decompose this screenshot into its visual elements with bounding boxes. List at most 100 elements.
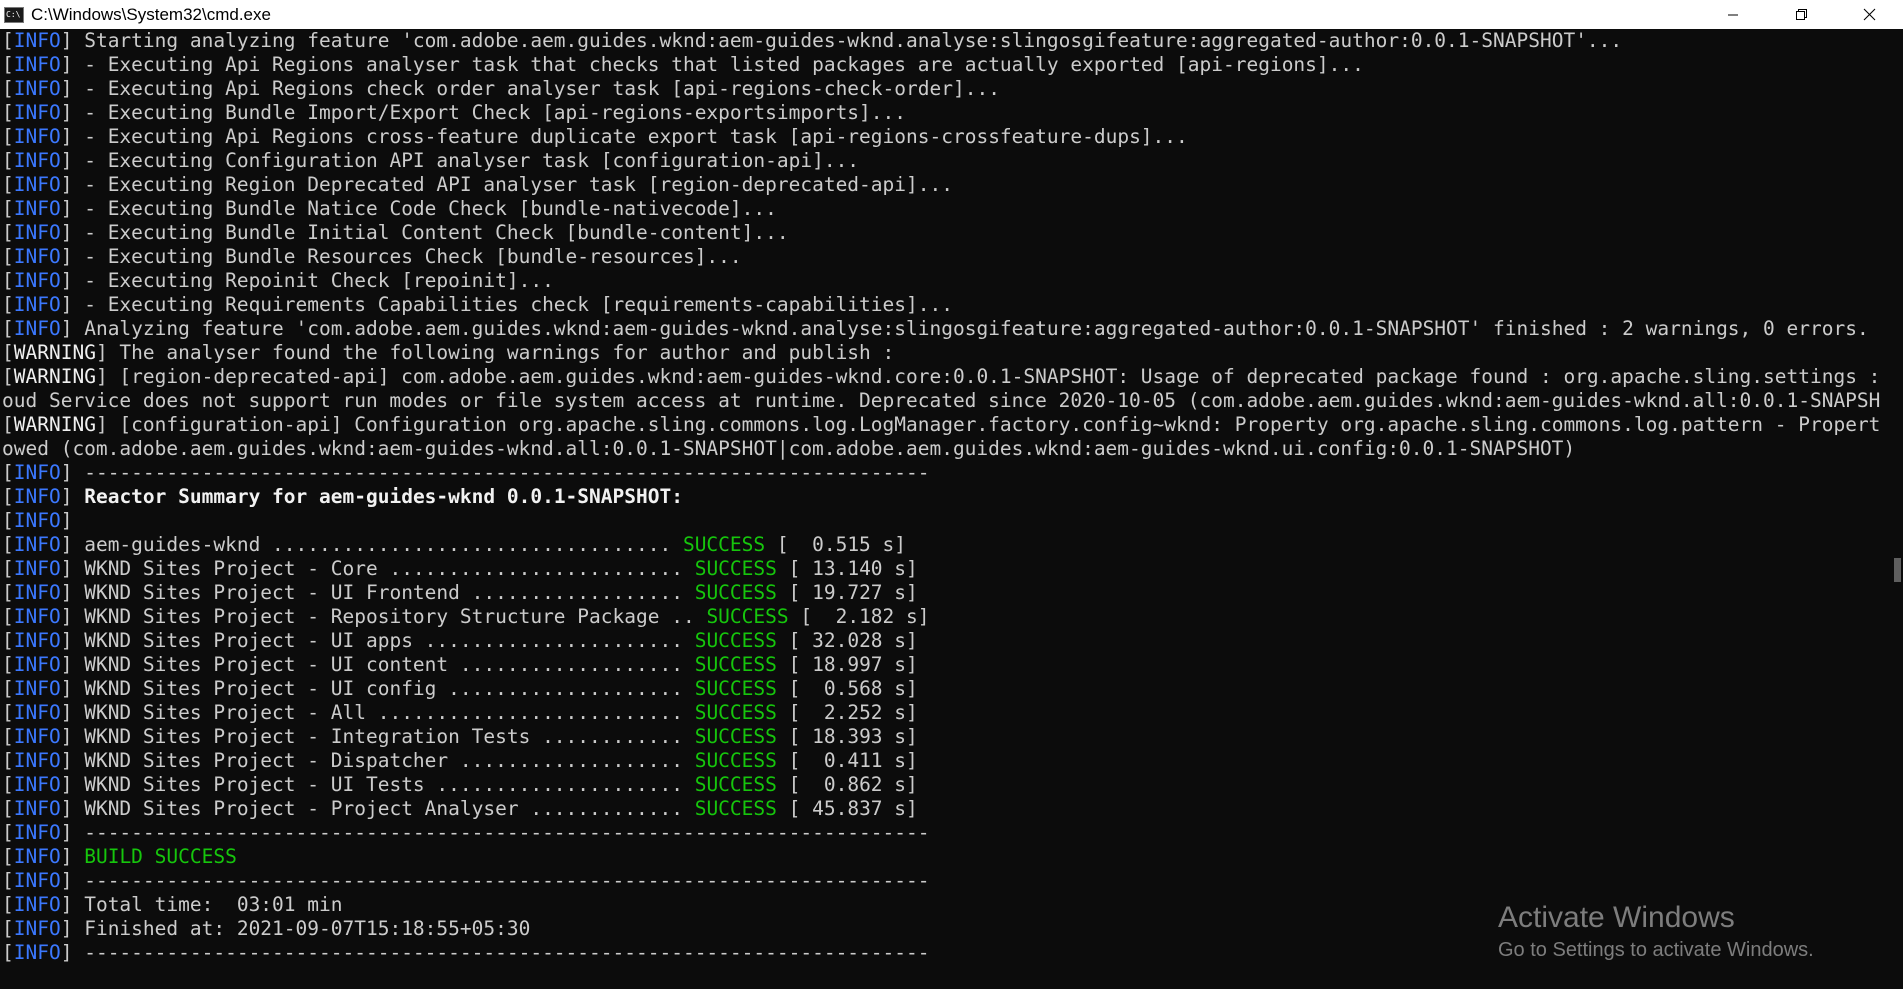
level-bracket-close: ] (95, 413, 108, 436)
log-level-label: INFO (13, 821, 61, 844)
log-text: [ 13.140 s] (776, 557, 918, 580)
log-level-label: INFO (13, 77, 61, 100)
log-text: - Executing Api Regions check order anal… (72, 77, 1000, 100)
log-text: - Executing Api Regions cross-feature du… (72, 125, 1188, 148)
log-text: [ 0.411 s] (776, 749, 918, 772)
console-output[interactable]: [INFO] Starting analyzing feature 'com.a… (0, 29, 1880, 989)
console-line: [INFO] - Executing Api Regions analyser … (2, 53, 1880, 77)
log-level-label: INFO (13, 749, 61, 772)
level-bracket-close: ] (60, 581, 73, 604)
console-line: [INFO] ---------------------------------… (2, 869, 1880, 893)
log-level-label: INFO (13, 461, 61, 484)
level-bracket-close: ] (60, 725, 73, 748)
level-bracket-close: ] (60, 101, 73, 124)
scrollbar-thumb[interactable] (1894, 558, 1901, 582)
status-text: SUCCESS (694, 725, 777, 748)
level-bracket-open: [ (2, 701, 14, 724)
console-line: [INFO] - Executing Configuration API ana… (2, 149, 1880, 173)
level-bracket-open: [ (2, 869, 14, 892)
level-bracket-open: [ (2, 269, 14, 292)
close-button[interactable] (1835, 0, 1903, 29)
title-bar[interactable]: C:\ C:\Windows\System32\cmd.exe (0, 0, 1903, 29)
log-level-label: INFO (13, 53, 61, 76)
console-line: [INFO] WKND Sites Project - Repository S… (2, 605, 1880, 629)
status-text: SUCCESS (682, 533, 766, 556)
level-bracket-open: [ (2, 629, 14, 652)
log-text: - Executing Requirements Capabilities ch… (72, 293, 953, 316)
console-line: [INFO] - Executing Bundle Initial Conten… (2, 221, 1880, 245)
cmd-app-icon[interactable]: C:\ (4, 6, 24, 23)
level-bracket-close: ] (60, 941, 73, 964)
log-text: WKND Sites Project - UI apps ...........… (72, 629, 695, 652)
level-bracket-close: ] (60, 245, 73, 268)
console-line: owed (com.adobe.aem.guides.wknd:aem-guid… (2, 437, 1880, 461)
log-text: - Executing Bundle Import/Export Check [… (72, 101, 907, 124)
console-line: [INFO] - Executing Bundle Import/Export … (2, 101, 1880, 125)
level-bracket-close: ] (60, 77, 73, 100)
level-bracket-open: [ (2, 581, 14, 604)
console-line: [INFO] ---------------------------------… (2, 821, 1880, 845)
level-bracket-open: [ (2, 317, 14, 340)
log-text: - Executing Configuration API analyser t… (72, 149, 860, 172)
log-text: [region-deprecated-api] com.adobe.aem.gu… (107, 365, 1880, 388)
level-bracket-open: [ (2, 821, 14, 844)
level-bracket-open: [ (2, 341, 14, 364)
level-bracket-open: [ (2, 197, 14, 220)
window-title: C:\Windows\System32\cmd.exe (31, 4, 271, 24)
level-bracket-open: [ (2, 413, 14, 436)
status-text: SUCCESS (706, 605, 789, 628)
minimize-icon (1728, 14, 1738, 15)
level-bracket-open: [ (2, 893, 14, 916)
level-bracket-close: ] (60, 605, 73, 628)
log-text: [configuration-api] Configuration org.ap… (107, 413, 1880, 436)
log-level-label: INFO (13, 797, 61, 820)
log-text: Starting analyzing feature 'com.adobe.ae… (72, 29, 1623, 52)
status-text: SUCCESS (694, 581, 777, 604)
log-text: WKND Sites Project - Core ..............… (72, 557, 695, 580)
log-text: [ 18.997 s] (776, 653, 918, 676)
level-bracket-open: [ (2, 941, 14, 964)
console-line: [INFO] WKND Sites Project - UI content .… (2, 653, 1880, 677)
status-text: BUILD SUCCESS (84, 845, 237, 868)
watermark-subtitle: Go to Settings to activate Windows. (1498, 939, 1814, 961)
level-bracket-close: ] (60, 821, 73, 844)
vertical-scrollbar[interactable] (1886, 29, 1903, 989)
console-line: [INFO] - Executing Requirements Capabili… (2, 293, 1880, 317)
console-line: [INFO] - Executing Api Regions cross-fea… (2, 125, 1880, 149)
console-line: [INFO] (2, 509, 1880, 533)
restore-button[interactable] (1767, 0, 1835, 29)
level-bracket-open: [ (2, 149, 14, 172)
console-line: [INFO] WKND Sites Project - Core .......… (2, 557, 1880, 581)
log-text: - Executing Bundle Resources Check [bund… (72, 245, 742, 268)
status-text: SUCCESS (694, 749, 777, 772)
log-text: ----------------------------------------… (72, 869, 930, 892)
level-bracket-open: [ (2, 797, 14, 820)
log-text: [ 2.182 s] (788, 605, 930, 628)
console-line: [WARNING] [configuration-api] Configurat… (2, 413, 1880, 437)
level-bracket-open: [ (2, 29, 14, 52)
minimize-button[interactable] (1699, 0, 1767, 29)
log-level-label: INFO (13, 269, 61, 292)
level-bracket-close: ] (60, 149, 73, 172)
console-line: [INFO] WKND Sites Project - UI Tests ...… (2, 773, 1880, 797)
level-bracket-close: ] (60, 533, 73, 556)
window-controls (1699, 0, 1903, 29)
level-bracket-close: ] (60, 53, 73, 76)
log-text: owed (com.adobe.aem.guides.wknd:aem-guid… (2, 437, 1576, 460)
cmd-window: C:\ C:\Windows\System32\cmd.exe [INFO] S… (0, 0, 1903, 989)
log-text: ----------------------------------------… (72, 821, 930, 844)
log-level-label: INFO (13, 317, 61, 340)
console-line: [INFO] Analyzing feature 'com.adobe.aem.… (2, 317, 1880, 341)
log-level-label: INFO (13, 605, 61, 628)
level-bracket-close: ] (60, 221, 73, 244)
level-bracket-close: ] (60, 485, 73, 508)
status-text: SUCCESS (694, 677, 777, 700)
level-bracket-close: ] (60, 269, 73, 292)
log-text: aem-guides-wknd ........................… (72, 533, 683, 556)
console-line: [INFO] Starting analyzing feature 'com.a… (2, 29, 1880, 53)
log-level-label: INFO (13, 677, 61, 700)
level-bracket-open: [ (2, 221, 14, 244)
log-text: [ 0.862 s] (776, 773, 918, 796)
level-bracket-open: [ (2, 509, 14, 532)
